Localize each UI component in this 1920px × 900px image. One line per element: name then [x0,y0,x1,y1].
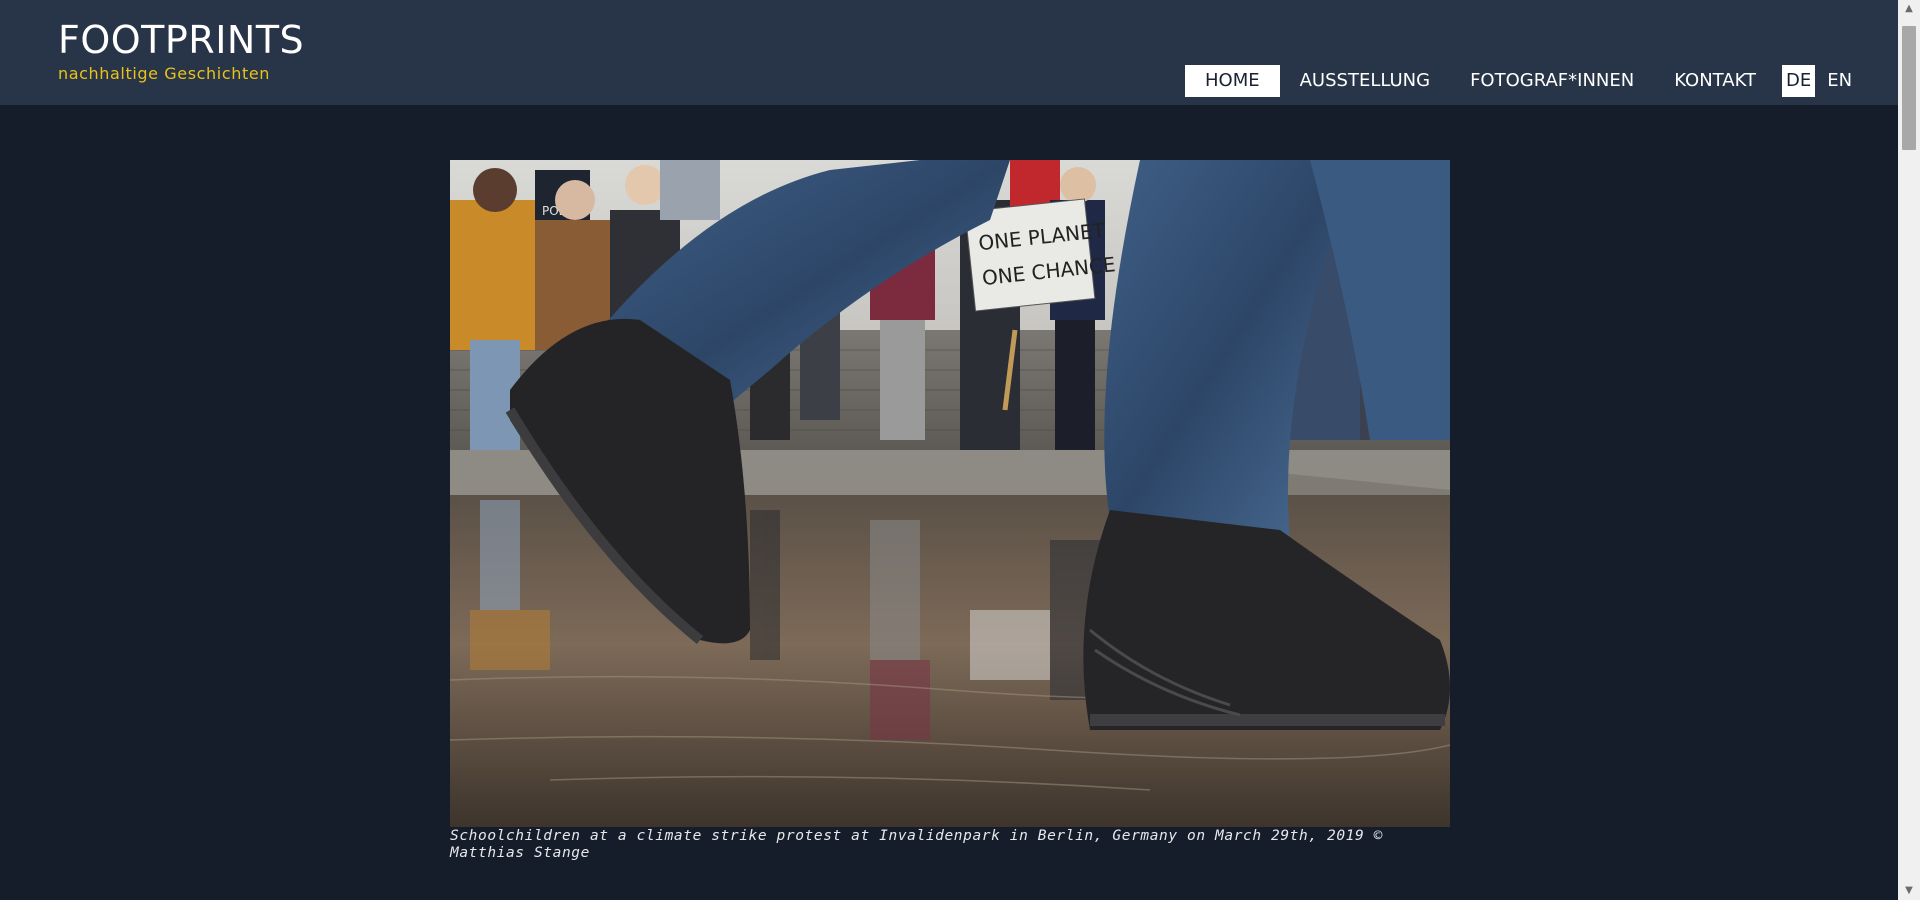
site-title[interactable]: FOOTPRINTS [58,18,304,62]
site-subtitle: nachhaltige Geschichten [58,64,271,83]
nav-item-kontakt[interactable]: KONTAKT [1654,65,1776,97]
main-photo: POLIZEI [450,160,1450,827]
language-de[interactable]: DE [1782,65,1816,97]
chevron-up-icon[interactable]: ▲ [1898,0,1920,18]
nav-item-ausstellung[interactable]: AUSSTELLUNG [1280,65,1450,97]
photo-caption: Schoolchildren at a climate strike prote… [450,828,1383,861]
chevron-down-icon[interactable]: ▼ [1898,882,1920,900]
page: FOOTPRINTS nachhaltige Geschichten HOME … [0,0,1920,900]
main-nav: HOME AUSSTELLUNG FOTOGRAF*INNEN KONTAKT … [1185,65,1856,97]
nav-item-fotografinnen[interactable]: FOTOGRAF*INNEN [1450,65,1654,97]
brand[interactable]: FOOTPRINTS nachhaltige Geschichten [58,18,304,83]
page-scrollbar[interactable]: ▲ ▼ [1898,0,1920,900]
language-en[interactable]: EN [1823,65,1856,97]
scroll-thumb[interactable] [1902,26,1916,150]
site-header: FOOTPRINTS nachhaltige Geschichten HOME … [0,0,1898,105]
nav-item-home[interactable]: HOME [1185,65,1280,97]
